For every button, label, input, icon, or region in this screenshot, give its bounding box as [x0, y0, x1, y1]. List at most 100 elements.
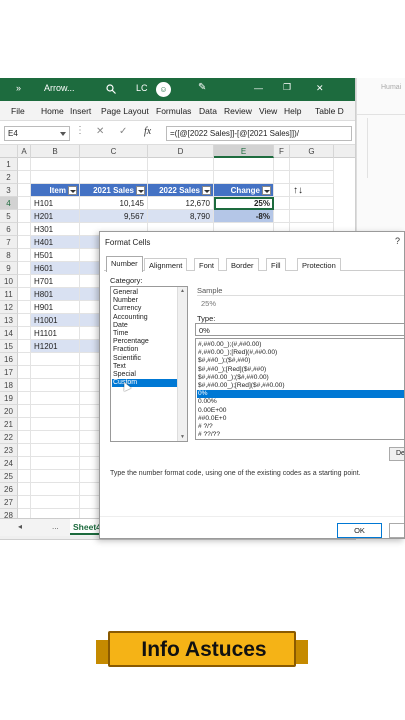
sheet-cell[interactable]	[31, 379, 80, 392]
cancel-button[interactable]	[389, 523, 404, 538]
sheet-cell[interactable]	[18, 392, 31, 405]
sheet-cell[interactable]	[290, 210, 334, 223]
sheet-cell[interactable]	[31, 158, 80, 171]
sheet-cell[interactable]	[214, 171, 274, 184]
sheet-cell[interactable]	[148, 171, 214, 184]
row-header[interactable]: 26	[0, 483, 18, 496]
format-code-list[interactable]: #,##0.00_);(#,##0.00) #,##0.00_);[Red](#…	[195, 338, 404, 440]
sheet-cell[interactable]	[274, 210, 290, 223]
category-item[interactable]: Special	[112, 371, 178, 379]
table-cell[interactable]: 9,567	[80, 210, 148, 223]
column-header[interactable]: C	[80, 145, 148, 158]
file-name[interactable]: Arrow...	[44, 83, 75, 93]
sheet-cell[interactable]	[18, 262, 31, 275]
table-cell[interactable]: -8%	[214, 210, 274, 223]
filter-dropdown-icon[interactable]	[202, 186, 211, 195]
column-header[interactable]: F	[274, 145, 290, 158]
column-header[interactable]: B	[31, 145, 80, 158]
help-button[interactable]: ?	[395, 236, 400, 246]
sheet-cell[interactable]	[31, 366, 80, 379]
sheet-cell[interactable]	[18, 431, 31, 444]
sheet-cell[interactable]	[31, 444, 80, 457]
row-header[interactable]: 3	[0, 184, 18, 197]
sheet-cell[interactable]	[18, 210, 31, 223]
format-code-item[interactable]: #,##0.00_);(#,##0.00)	[197, 341, 404, 349]
table-cell[interactable]: H501	[31, 249, 80, 262]
filter-dropdown-icon[interactable]	[262, 186, 271, 195]
table-cell[interactable]: 8,790	[148, 210, 214, 223]
sheet-cell[interactable]	[31, 457, 80, 470]
category-item[interactable]: Text	[112, 363, 178, 371]
category-item[interactable]: General	[112, 289, 178, 297]
enter-icon[interactable]: ✓	[119, 126, 127, 137]
sheet-cell[interactable]	[18, 483, 31, 496]
row-header[interactable]: 6	[0, 223, 18, 236]
sheet-cell[interactable]	[18, 366, 31, 379]
chevron-icon[interactable]: »	[16, 83, 21, 93]
scroll-up-icon[interactable]: ▲	[180, 288, 185, 294]
sheet-cell[interactable]	[18, 327, 31, 340]
row-header[interactable]: 4	[0, 197, 18, 210]
menu-home[interactable]: Home	[41, 106, 64, 116]
category-item[interactable]: Number	[112, 297, 178, 305]
tab-font[interactable]: Font	[194, 258, 220, 271]
format-code-item[interactable]: # ??/??	[197, 431, 404, 439]
previous-sheet-button[interactable]: ◂	[18, 522, 22, 531]
sheet-cell[interactable]	[18, 496, 31, 509]
table-cell[interactable]: 12,670	[148, 197, 214, 210]
sheet-cell[interactable]	[18, 418, 31, 431]
tab-alignment[interactable]: Alignment	[144, 258, 188, 271]
menu-view[interactable]: View	[259, 106, 277, 116]
row-header[interactable]: 2	[0, 171, 18, 184]
row-header[interactable]: 25	[0, 470, 18, 483]
smiley-icon[interactable]: ☺	[156, 82, 171, 97]
sheet-cell[interactable]	[18, 379, 31, 392]
sheet-cell[interactable]	[274, 158, 290, 171]
filter-dropdown-icon[interactable]	[136, 186, 145, 195]
row-header[interactable]: 16	[0, 353, 18, 366]
filter-dropdown-icon[interactable]	[68, 186, 77, 195]
table-cell[interactable]: H301	[31, 223, 80, 236]
sheet-cell[interactable]	[18, 457, 31, 470]
table-cell[interactable]: H401	[31, 236, 80, 249]
category-item[interactable]: Percentage	[112, 338, 178, 346]
column-header[interactable]: G	[290, 145, 334, 158]
menu-formulas[interactable]: Formulas	[156, 106, 191, 116]
table-cell[interactable]: H201	[31, 210, 80, 223]
table-cell[interactable]: H1001	[31, 314, 80, 327]
sheet-cell[interactable]	[18, 197, 31, 210]
row-header[interactable]: 27	[0, 496, 18, 509]
more-sheets-button[interactable]: ...	[52, 522, 59, 531]
row-header[interactable]: 23	[0, 444, 18, 457]
row-header[interactable]: 7	[0, 236, 18, 249]
scroll-down-icon[interactable]: ▼	[180, 434, 185, 440]
menu-help[interactable]: Help	[284, 106, 301, 116]
select-all-corner[interactable]	[0, 145, 18, 158]
sheet-cell[interactable]	[274, 197, 290, 210]
menu-file[interactable]: File	[11, 106, 25, 116]
minimize-button[interactable]: —	[254, 83, 263, 93]
sheet-cell[interactable]	[274, 171, 290, 184]
sheet-cell[interactable]	[18, 340, 31, 353]
format-code-item[interactable]: # ?/?	[197, 423, 404, 431]
name-box[interactable]: E4	[4, 126, 70, 141]
row-header[interactable]: 17	[0, 366, 18, 379]
sheet-cell[interactable]	[18, 236, 31, 249]
format-code-item[interactable]: ##0.0E+0	[197, 415, 404, 423]
menu-data[interactable]: Data	[199, 106, 217, 116]
sheet-cell[interactable]	[80, 171, 148, 184]
column-header[interactable]: A	[18, 145, 31, 158]
sheet-cell[interactable]	[31, 353, 80, 366]
sheet-cell[interactable]	[18, 288, 31, 301]
table-header-cell[interactable]: Item	[31, 184, 80, 197]
menu-table-design[interactable]: Table D	[315, 106, 344, 116]
table-header-cell[interactable]: 2021 Sales	[80, 184, 148, 197]
menu-review[interactable]: Review	[224, 106, 252, 116]
row-header[interactable]: 19	[0, 392, 18, 405]
category-item[interactable]: Time	[112, 330, 178, 338]
sheet-cell[interactable]	[18, 171, 31, 184]
sheet-cell[interactable]	[31, 418, 80, 431]
sheet-cell[interactable]	[18, 470, 31, 483]
tab-fill[interactable]: Fill	[266, 258, 286, 271]
sheet-cell[interactable]	[18, 314, 31, 327]
